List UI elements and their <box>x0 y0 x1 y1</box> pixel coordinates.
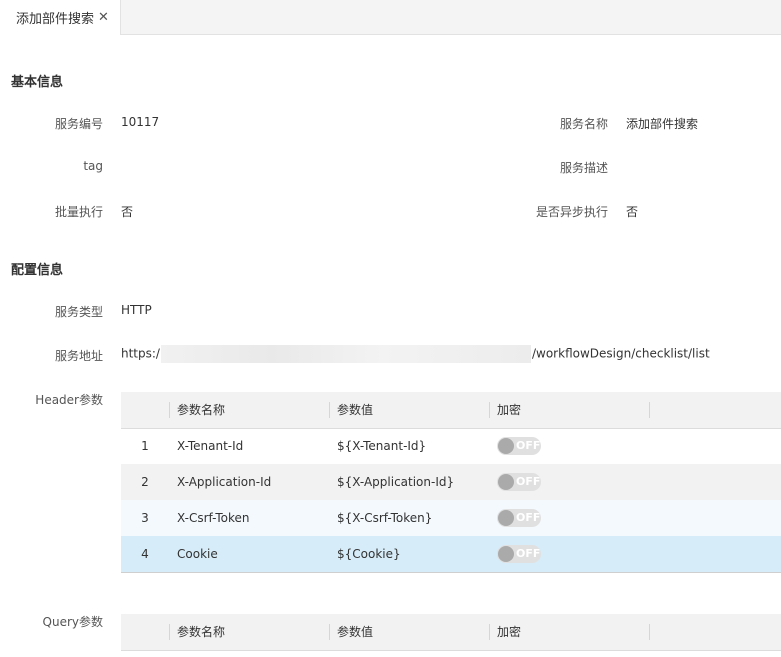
encrypt-toggle[interactable]: OFF <box>497 473 541 491</box>
header-params-label: Header参数 <box>35 393 103 407</box>
column-header-value: 参数值 <box>329 614 489 651</box>
section-title-config: 配置信息 <box>11 263 64 278</box>
encrypt-toggle[interactable]: OFF <box>497 544 541 563</box>
table-row[interactable]: 2 X-Application-Id ${X-Application-Id} O… <box>121 464 781 500</box>
service-no-label: 服务编号 <box>54 117 103 131</box>
tag-label: tag <box>83 159 103 173</box>
query-params-label: Query参数 <box>42 615 103 629</box>
param-value: ${Cookie} <box>329 536 489 573</box>
service-addr-suffix: /workflowDesign/checklist/list <box>531 346 710 361</box>
service-type-label: 服务类型 <box>54 305 103 319</box>
close-icon[interactable]: ✕ <box>98 10 109 25</box>
service-addr-prefix: https:/ <box>121 346 160 361</box>
table-header-row: 参数名称 参数值 加密 <box>121 614 781 651</box>
column-header-name: 参数名称 <box>169 614 329 651</box>
column-header-name: 参数名称 <box>169 392 329 429</box>
query-params-table: 参数名称 参数值 加密 <box>121 614 781 651</box>
param-value: ${X-Csrf-Token} <box>329 500 489 536</box>
column-header-encrypt: 加密 <box>489 392 649 429</box>
encrypt-toggle[interactable]: OFF <box>497 509 541 527</box>
index-header <box>121 392 169 429</box>
service-desc-label: 服务描述 <box>559 161 608 175</box>
row-index: 1 <box>121 428 169 464</box>
row-index: 3 <box>121 500 169 536</box>
tab-add-component-search[interactable]: 添加部件搜索 ✕ <box>0 0 121 36</box>
tab-title: 添加部件搜索 <box>16 12 95 27</box>
column-header-blank <box>649 614 781 651</box>
async-exec-value: 否 <box>626 205 639 219</box>
index-header <box>121 614 169 651</box>
table-row[interactable]: 3 X-Csrf-Token ${X-Csrf-Token} OFF <box>121 500 781 536</box>
header-params-table: 参数名称 参数值 加密 1 X-Tenant-Id ${X-Tenant-Id}… <box>121 392 781 573</box>
service-addr-label: 服务地址 <box>54 349 103 363</box>
service-name-value: 添加部件搜索 <box>626 117 699 131</box>
service-name-label: 服务名称 <box>559 117 608 131</box>
async-exec-label: 是否异步执行 <box>535 205 608 219</box>
toggle-state: OFF <box>516 511 541 524</box>
column-header-encrypt: 加密 <box>489 614 649 651</box>
toggle-state: OFF <box>516 546 541 560</box>
tab-bar: 添加部件搜索 ✕ <box>0 0 781 36</box>
service-no-value: 10117 <box>121 115 160 129</box>
toggle-state: OFF <box>516 439 541 453</box>
section-title-basic: 基本信息 <box>11 75 64 90</box>
param-name: Cookie <box>169 536 329 573</box>
encrypt-toggle[interactable]: OFF <box>497 437 541 456</box>
row-index: 4 <box>121 536 169 573</box>
param-value: ${X-Tenant-Id} <box>329 428 489 464</box>
service-type-value: HTTP <box>121 303 152 317</box>
toggle-state: OFF <box>516 475 541 488</box>
column-header-value: 参数值 <box>329 392 489 429</box>
column-header-blank <box>649 392 781 429</box>
table-header-row: 参数名称 参数值 加密 <box>121 392 781 429</box>
param-name: X-Csrf-Token <box>169 500 329 536</box>
redacted-host <box>160 345 531 363</box>
batch-exec-label: 批量执行 <box>54 205 103 219</box>
param-name: X-Tenant-Id <box>169 428 329 464</box>
table-row-selected[interactable]: 4 Cookie ${Cookie} OFF <box>121 536 781 573</box>
param-value: ${X-Application-Id} <box>329 464 489 500</box>
row-index: 2 <box>121 464 169 500</box>
service-addr-value: https:/ /workflowDesign/checklist/list <box>121 345 710 363</box>
table-row[interactable]: 1 X-Tenant-Id ${X-Tenant-Id} OFF <box>121 428 781 464</box>
param-name: X-Application-Id <box>169 464 329 500</box>
batch-exec-value: 否 <box>121 205 134 219</box>
